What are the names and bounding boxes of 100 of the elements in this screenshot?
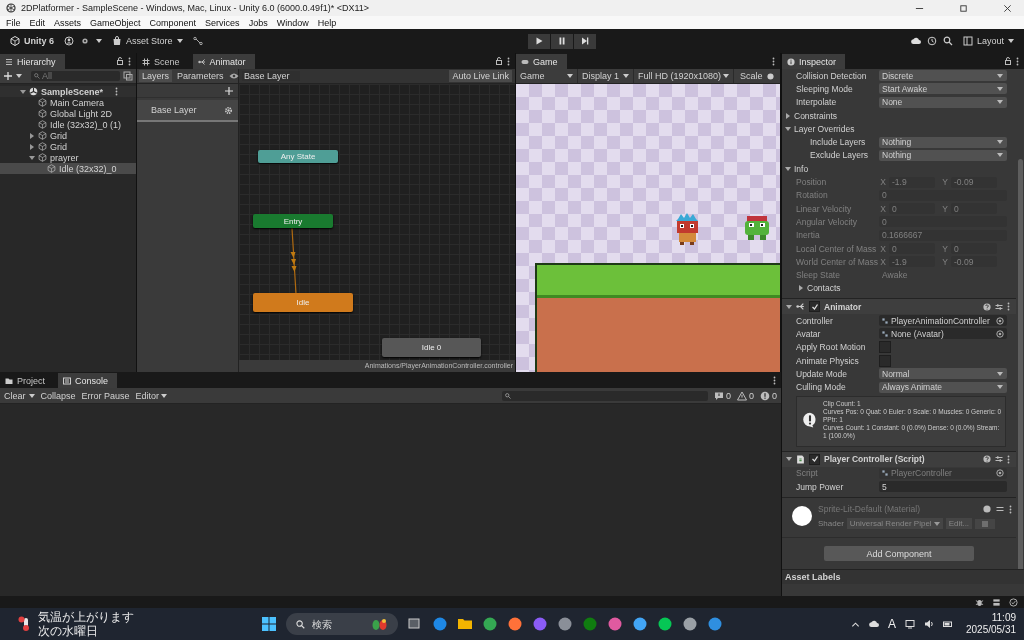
eye-icon[interactable] bbox=[228, 71, 239, 81]
number-field[interactable]: 5 bbox=[879, 481, 1007, 493]
hierarchy-item[interactable]: Global Light 2D bbox=[0, 108, 136, 119]
battery-icon[interactable] bbox=[942, 619, 953, 629]
project-tab[interactable]: Project bbox=[0, 373, 54, 388]
bug-icon[interactable] bbox=[975, 597, 984, 607]
inspector-tab[interactable]: Inspector bbox=[782, 54, 846, 69]
foldout-arrow-icon[interactable] bbox=[786, 303, 792, 310]
dropdown[interactable]: Nothing bbox=[879, 149, 1007, 161]
auto-live-link-button[interactable]: Auto Live Link bbox=[449, 70, 512, 82]
help-icon[interactable] bbox=[983, 505, 991, 514]
unity-account-button[interactable]: Unity 6 bbox=[6, 34, 58, 48]
app-icon[interactable] bbox=[507, 616, 524, 632]
asset-labels-header[interactable]: Asset Labels bbox=[782, 569, 1024, 584]
hierarchy-item[interactable]: Idle (32x32)_0 bbox=[0, 163, 136, 174]
dropdown[interactable]: Nothing bbox=[879, 136, 1007, 148]
more-options-icon[interactable] bbox=[1007, 454, 1010, 464]
cloud-icon[interactable] bbox=[911, 36, 921, 46]
view-dropdown[interactable]: Full HD (1920x1080) bbox=[634, 69, 734, 83]
add-icon[interactable] bbox=[224, 85, 234, 96]
more-options-icon[interactable] bbox=[772, 56, 775, 66]
clear-button[interactable]: Clear bbox=[4, 390, 26, 401]
foldout-header[interactable]: Constraints bbox=[785, 110, 837, 121]
more-options-icon[interactable] bbox=[115, 87, 118, 96]
foldout-arrow-icon[interactable] bbox=[29, 143, 35, 150]
account-icon[interactable] bbox=[64, 36, 74, 46]
parameters-tab[interactable]: Parameters bbox=[174, 70, 227, 82]
speaker-icon[interactable] bbox=[923, 619, 934, 629]
game-tab[interactable]: Game bbox=[516, 54, 567, 69]
app-icon[interactable] bbox=[682, 616, 699, 632]
clock-date[interactable]: 2025/05/31 bbox=[965, 624, 1016, 636]
warning-count-toggle[interactable]: 0 bbox=[736, 390, 754, 401]
more-options-icon[interactable] bbox=[128, 56, 131, 66]
toggle-button[interactable]: Collapse bbox=[40, 390, 76, 401]
state-node[interactable]: Entry bbox=[253, 214, 333, 228]
dropdown[interactable]: Start Awake bbox=[879, 83, 1007, 95]
settings-icon[interactable] bbox=[224, 105, 233, 115]
app-icon[interactable] bbox=[432, 616, 449, 632]
caret-icon[interactable] bbox=[28, 393, 35, 398]
clock-time[interactable]: 11:09 bbox=[991, 612, 1016, 624]
layer-item[interactable]: Base Layer bbox=[137, 100, 238, 122]
hierarchy-tab[interactable]: Hierarchy bbox=[0, 54, 65, 69]
transition-arrow[interactable] bbox=[289, 228, 299, 294]
app-icon[interactable] bbox=[657, 616, 674, 632]
console-tab[interactable]: Console bbox=[58, 373, 118, 388]
menu-item[interactable]: File bbox=[6, 17, 21, 28]
search-field[interactable] bbox=[501, 390, 708, 401]
menu-item[interactable]: Assets bbox=[54, 17, 82, 28]
search-field[interactable]: All bbox=[31, 71, 120, 81]
stack-icon[interactable] bbox=[992, 597, 1001, 607]
more-options-icon[interactable] bbox=[1009, 504, 1012, 514]
info-count-toggle[interactable]: 0 bbox=[713, 390, 731, 401]
lock-icon[interactable] bbox=[116, 57, 124, 65]
more-options-icon[interactable] bbox=[507, 56, 510, 66]
network-icon[interactable] bbox=[904, 619, 915, 629]
zoom-knob-icon[interactable] bbox=[766, 72, 774, 80]
more-options-icon[interactable] bbox=[773, 375, 776, 385]
foldout-header[interactable]: Layer Overrides bbox=[785, 123, 855, 134]
view-dropdown[interactable]: Display 1 bbox=[578, 69, 634, 83]
scene-tab[interactable]: Scene bbox=[137, 54, 189, 69]
object-field[interactable]: PlayerAnimationController bbox=[879, 315, 1007, 327]
foldout-arrow-icon[interactable] bbox=[786, 456, 792, 463]
enabled-checkbox[interactable] bbox=[809, 301, 820, 313]
dropdown[interactable]: None bbox=[879, 96, 1007, 108]
help-icon[interactable] bbox=[983, 455, 991, 464]
menu-item[interactable]: Services bbox=[205, 17, 240, 28]
breadcrumb[interactable]: Base Layer bbox=[242, 71, 300, 81]
dropdown[interactable]: Always Animate bbox=[879, 381, 1007, 393]
check-circle-icon[interactable] bbox=[1009, 597, 1018, 607]
menu-item[interactable]: Help bbox=[317, 17, 337, 28]
layers-tab[interactable]: Layers bbox=[139, 70, 172, 82]
enabled-checkbox[interactable] bbox=[809, 453, 820, 465]
hierarchy-item[interactable]: Grid bbox=[0, 130, 136, 141]
foldout-header[interactable]: Contacts bbox=[798, 283, 841, 294]
app-icon[interactable] bbox=[582, 616, 599, 632]
menu-item[interactable]: Edit bbox=[29, 17, 46, 28]
more-options-icon[interactable] bbox=[1007, 302, 1010, 312]
presets-icon[interactable] bbox=[995, 302, 1003, 311]
search-icon[interactable] bbox=[943, 36, 953, 46]
step-button[interactable] bbox=[573, 33, 596, 49]
hierarchy-item[interactable]: prayrer bbox=[0, 152, 136, 163]
cloud-icon[interactable] bbox=[868, 619, 879, 629]
dropdown[interactable]: Normal bbox=[879, 368, 1007, 380]
presets-icon[interactable] bbox=[995, 455, 1003, 464]
app-icon[interactable] bbox=[707, 616, 724, 632]
hierarchy-item[interactable]: Grid bbox=[0, 141, 136, 152]
folder-icon[interactable] bbox=[457, 616, 474, 632]
app-icon[interactable] bbox=[632, 616, 649, 632]
checkbox[interactable] bbox=[879, 354, 891, 367]
more-options-icon[interactable] bbox=[1016, 56, 1019, 66]
app-icon[interactable] bbox=[557, 616, 574, 632]
foldout-arrow-icon[interactable] bbox=[29, 154, 35, 161]
menu-item[interactable]: Component bbox=[149, 17, 197, 28]
foldout-arrow-icon[interactable] bbox=[20, 88, 26, 95]
maximize-icon[interactable] bbox=[959, 3, 968, 13]
editor-dropdown[interactable]: Editor bbox=[135, 390, 168, 401]
object-field[interactable]: None (Avatar) bbox=[879, 328, 1007, 340]
app-icon[interactable] bbox=[482, 616, 499, 632]
menu-item[interactable]: GameObject bbox=[90, 17, 141, 28]
hierarchy-item[interactable]: Main Camera bbox=[0, 97, 136, 108]
